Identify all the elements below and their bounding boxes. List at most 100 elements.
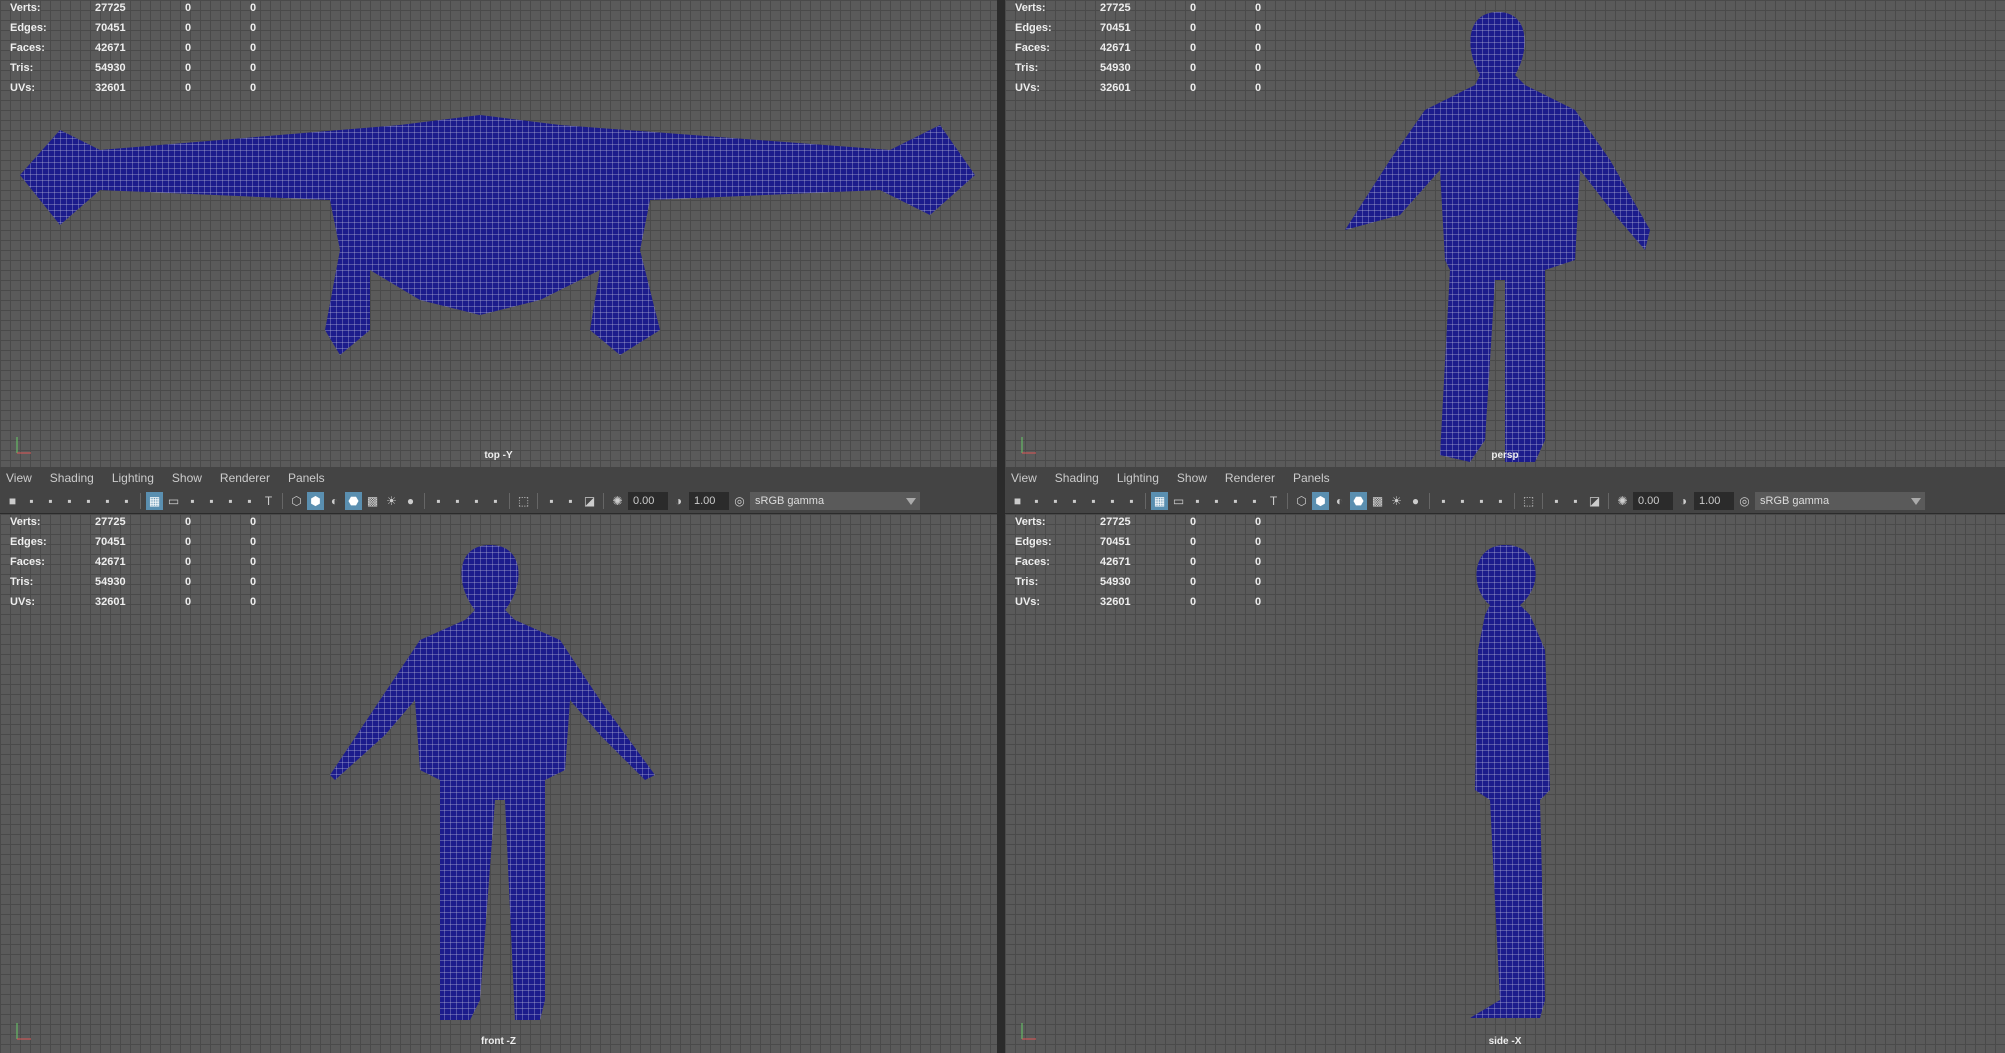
- motion-blur-button[interactable]: ▪: [1454, 492, 1471, 510]
- viewport-top[interactable]: Verts: 27725 0 0 Edges: 70451 0 0 Faces: 42671 0 0 T…: [0, 0, 997, 467]
- menu-lighting[interactable]: Lighting: [108, 471, 158, 485]
- screen-space-ao-button[interactable]: ▪: [1435, 492, 1452, 510]
- screen-space-ao-icon: ▪: [436, 494, 441, 508]
- exposure-field[interactable]: 0.00: [628, 492, 668, 510]
- camera-button[interactable]: ■: [4, 492, 21, 510]
- safe-title-button[interactable]: T: [260, 492, 277, 510]
- xray-button[interactable]: ▩: [364, 492, 381, 510]
- stat-component: 0: [1255, 516, 1262, 528]
- backface-button[interactable]: ◪: [581, 492, 598, 510]
- wireframe-on-shaded-button[interactable]: ⬣: [1350, 492, 1367, 510]
- isolate-select-button[interactable]: ⬚: [1520, 492, 1537, 510]
- menu-lighting[interactable]: Lighting: [1113, 471, 1163, 485]
- field-chart-button[interactable]: ▪: [222, 492, 239, 510]
- shadows-button[interactable]: ●: [1407, 492, 1424, 510]
- motion-blur-button[interactable]: ▪: [449, 492, 466, 510]
- default-material-button[interactable]: ◐: [1331, 492, 1348, 510]
- anti-alias-button[interactable]: ▪: [468, 492, 485, 510]
- menu-view[interactable]: View: [2, 471, 36, 485]
- gamma-field[interactable]: 1.00: [689, 492, 729, 510]
- shadows-button[interactable]: ●: [402, 492, 419, 510]
- gamma-button[interactable]: ◑: [1675, 492, 1692, 510]
- grease-pencil-button[interactable]: ▪: [118, 492, 135, 510]
- screen-space-ao-button[interactable]: ▪: [430, 492, 447, 510]
- gate-mask-button[interactable]: ▪: [1208, 492, 1225, 510]
- menu-view[interactable]: View: [1007, 471, 1041, 485]
- safe-action-button[interactable]: ▪: [241, 492, 258, 510]
- bookmark-button[interactable]: ▪: [1066, 492, 1083, 510]
- gate-mask-icon: ▪: [209, 494, 214, 508]
- resolution-gate-button[interactable]: ▪: [184, 492, 201, 510]
- stat-label: Verts:: [1015, 516, 1046, 528]
- viewport-side[interactable]: Verts: 27725 0 0 Edges: 70451 0 0 Faces: 42671 0 0 T…: [1005, 514, 2005, 1053]
- gamma-icon: ◑: [674, 494, 683, 508]
- wireframe-button[interactable]: ⬡: [1293, 492, 1310, 510]
- gamma-button[interactable]: ◑: [670, 492, 687, 510]
- color-management-button[interactable]: ◎: [731, 492, 748, 510]
- viewport-persp[interactable]: Verts: 27725 0 0 Edges: 70451 0 0 Faces: 42671 0 0 T…: [1005, 0, 2005, 467]
- grease-pencil-button[interactable]: ▪: [1123, 492, 1140, 510]
- menu-shading[interactable]: Shading: [1051, 471, 1103, 485]
- resolution-gate-button[interactable]: ▪: [1189, 492, 1206, 510]
- xray-active-button[interactable]: ▪: [562, 492, 579, 510]
- stat-component: 0: [1255, 596, 1262, 608]
- xray-joints-button[interactable]: ▪: [543, 492, 560, 510]
- field-chart-icon: ▪: [1233, 494, 1238, 508]
- menu-shading[interactable]: Shading: [46, 471, 98, 485]
- default-material-button[interactable]: ◐: [326, 492, 343, 510]
- 2d-pan-button[interactable]: ▪: [1104, 492, 1121, 510]
- viewport-front[interactable]: Verts: 27725 0 0 Edges: 70451 0 0 Faces: 42671 0 0 T…: [0, 514, 997, 1053]
- backface-button[interactable]: ◪: [1586, 492, 1603, 510]
- lights-button[interactable]: ☀: [383, 492, 400, 510]
- safe-action-button[interactable]: ▪: [1246, 492, 1263, 510]
- stat-value: 70451: [1100, 536, 1131, 548]
- 2d-pan-button[interactable]: ▪: [99, 492, 116, 510]
- gate-mask-button[interactable]: ▪: [203, 492, 220, 510]
- stat-label: Edges:: [10, 22, 47, 34]
- smooth-shade-button[interactable]: ⬢: [1312, 492, 1329, 510]
- depth-of-field-button[interactable]: ▪: [1492, 492, 1509, 510]
- menu-show[interactable]: Show: [1173, 471, 1211, 485]
- isolate-select-button[interactable]: ⬚: [515, 492, 532, 510]
- camera-button[interactable]: ■: [1009, 492, 1026, 510]
- anti-alias-button[interactable]: ▪: [1473, 492, 1490, 510]
- camera-lock-button[interactable]: ▪: [1028, 492, 1045, 510]
- xray-button[interactable]: ▩: [1369, 492, 1386, 510]
- camera-lock-button[interactable]: ▪: [23, 492, 40, 510]
- lights-button[interactable]: ☀: [1388, 492, 1405, 510]
- smooth-shade-button[interactable]: ⬢: [307, 492, 324, 510]
- wireframe-on-shaded-button[interactable]: ⬣: [345, 492, 362, 510]
- gamma-field[interactable]: 1.00: [1694, 492, 1734, 510]
- exposure-button[interactable]: ✺: [609, 492, 626, 510]
- camera-attr-button[interactable]: ▪: [1047, 492, 1064, 510]
- exposure-field[interactable]: 0.00: [1633, 492, 1673, 510]
- image-plane-button[interactable]: ▪: [1085, 492, 1102, 510]
- menu-renderer[interactable]: Renderer: [216, 471, 274, 485]
- view-transform-dropdown[interactable]: sRGB gamma: [1755, 492, 1925, 510]
- bookmark-button[interactable]: ▪: [61, 492, 78, 510]
- field-chart-button[interactable]: ▪: [1227, 492, 1244, 510]
- image-plane-button[interactable]: ▪: [80, 492, 97, 510]
- color-management-button[interactable]: ◎: [1736, 492, 1753, 510]
- menu-panels[interactable]: Panels: [1289, 471, 1334, 485]
- view-transform-dropdown[interactable]: sRGB gamma: [750, 492, 920, 510]
- camera-attr-button[interactable]: ▪: [42, 492, 59, 510]
- stat-label: Edges:: [10, 536, 47, 548]
- film-gate-button[interactable]: ▭: [1170, 492, 1187, 510]
- stat-label: Tris:: [10, 576, 34, 588]
- film-gate-button[interactable]: ▭: [165, 492, 182, 510]
- menu-renderer[interactable]: Renderer: [1221, 471, 1279, 485]
- menu-show[interactable]: Show: [168, 471, 206, 485]
- grid-button[interactable]: ▦: [1151, 492, 1168, 510]
- safe-title-button[interactable]: T: [1265, 492, 1282, 510]
- grid-icon: ▦: [148, 494, 161, 508]
- depth-of-field-button[interactable]: ▪: [487, 492, 504, 510]
- grid-button[interactable]: ▦: [146, 492, 163, 510]
- wireframe-button[interactable]: ⬡: [288, 492, 305, 510]
- stat-value: 70451: [95, 22, 126, 34]
- xray-active-button[interactable]: ▪: [1567, 492, 1584, 510]
- xray-joints-button[interactable]: ▪: [1548, 492, 1565, 510]
- menu-panels[interactable]: Panels: [284, 471, 329, 485]
- isolate-select-icon: ⬚: [517, 494, 530, 508]
- exposure-button[interactable]: ✺: [1614, 492, 1631, 510]
